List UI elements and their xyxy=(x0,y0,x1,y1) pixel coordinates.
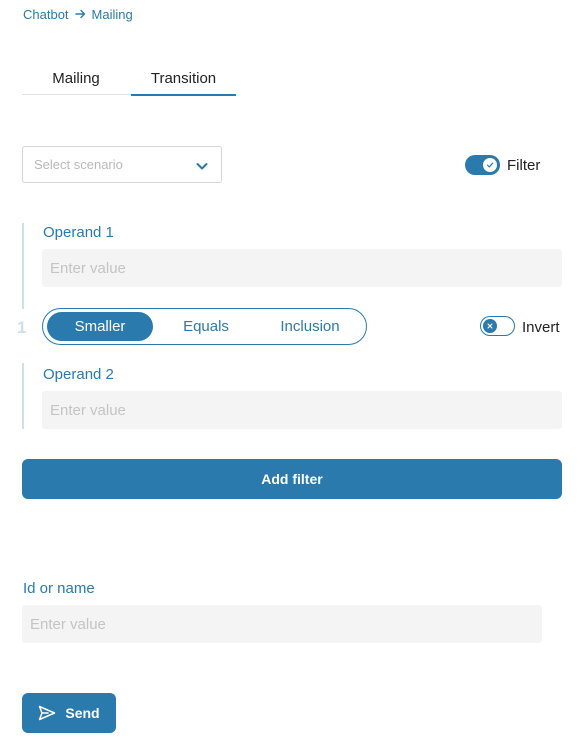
breadcrumb-item-mailing: Mailing xyxy=(91,6,133,22)
id-or-name-input[interactable] xyxy=(22,605,542,643)
scenario-select-placeholder: Select scenario xyxy=(34,157,123,172)
tab-mailing[interactable]: Mailing xyxy=(22,62,130,95)
tab-transition[interactable]: Transition xyxy=(131,62,236,96)
arrow-right-icon xyxy=(74,9,86,19)
tab-bar: Mailing Transition xyxy=(22,62,236,96)
scenario-select[interactable]: Select scenario xyxy=(22,146,222,183)
breadcrumb: Chatbot Mailing xyxy=(23,6,133,22)
x-icon xyxy=(483,318,497,333)
send-button[interactable]: Send xyxy=(22,693,116,733)
chevron-down-icon xyxy=(196,163,208,170)
operand2-input[interactable] xyxy=(42,391,562,429)
operand1-label: Operand 1 xyxy=(43,224,114,241)
operator-smaller[interactable]: Smaller xyxy=(47,312,153,341)
filter-group-index: 1 xyxy=(17,318,27,337)
invert-toggle[interactable] xyxy=(480,316,515,336)
operator-inclusion[interactable]: Inclusion xyxy=(259,312,361,341)
operand2-label: Operand 2 xyxy=(43,366,114,383)
id-or-name-label: Id or name xyxy=(23,580,95,597)
invert-toggle-label: Invert xyxy=(522,319,560,336)
send-button-label: Send xyxy=(65,705,100,721)
breadcrumb-item-chatbot[interactable]: Chatbot xyxy=(23,7,69,22)
send-icon xyxy=(39,705,56,721)
operator-segmented-control: Smaller Equals Inclusion xyxy=(42,308,367,345)
filter-toggle[interactable] xyxy=(465,155,500,175)
filter-toggle-label: Filter xyxy=(507,157,541,174)
add-filter-button[interactable]: Add filter xyxy=(22,459,562,499)
operator-equals[interactable]: Equals xyxy=(153,312,259,341)
check-icon xyxy=(483,158,497,172)
operand1-input[interactable] xyxy=(42,249,562,287)
